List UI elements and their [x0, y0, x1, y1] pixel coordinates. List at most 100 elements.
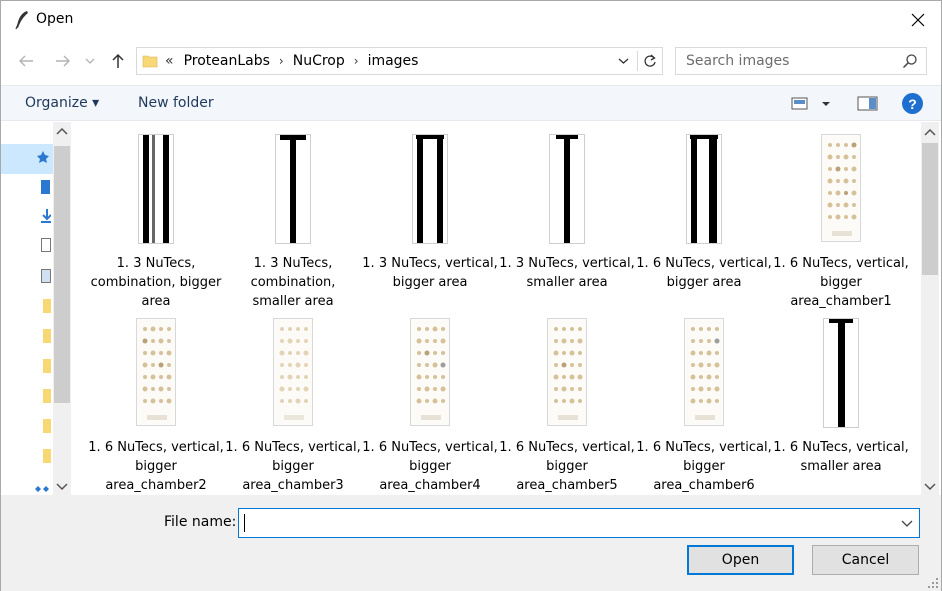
pin-icon	[37, 151, 49, 163]
image-thumbnail	[273, 318, 313, 426]
folder-icon[interactable]	[43, 389, 51, 403]
scroll-down-icon[interactable]	[56, 482, 68, 490]
folder-icon[interactable]	[43, 329, 51, 343]
file-thumbnail	[225, 134, 361, 244]
file-item[interactable]: 1. 6 NuTecs, vertical, bigger area	[636, 124, 772, 304]
file-name: 1. 3 NuTecs, combination, smaller area	[250, 256, 336, 309]
breadcrumb-images[interactable]: images	[368, 53, 419, 69]
command-bar: Organize ▾ New folder ?	[1, 85, 941, 121]
file-list[interactable]: 1. 3 NuTecs, combination, bigger area 1.…	[73, 122, 921, 495]
folder-icon[interactable]	[43, 449, 51, 463]
file-thumbnail	[225, 318, 361, 428]
file-item[interactable]: 1. 6 NuTecs, vertical, bigger area_chamb…	[362, 308, 498, 493]
image-thumbnail	[821, 134, 861, 242]
file-name: 1. 6 NuTecs, vertical, bigger area_chamb…	[499, 440, 635, 493]
file-thumbnail	[362, 318, 498, 428]
file-name: 1. 6 NuTecs, vertical, bigger area	[636, 256, 772, 290]
chevron-down-icon	[85, 58, 95, 64]
file-list-scrollbar-thumb[interactable]	[922, 143, 938, 275]
address-history-dropdown[interactable]	[613, 51, 633, 71]
recent-locations-button[interactable]	[81, 48, 99, 74]
file-name: 1. 6 NuTecs, vertical, smaller area	[773, 440, 909, 474]
address-bar[interactable]: « ProteanLabs › NuCrop › images	[136, 47, 663, 75]
organize-menu[interactable]: Organize ▾	[25, 95, 99, 111]
image-thumbnail	[823, 318, 859, 428]
file-name-input[interactable]	[238, 508, 920, 538]
breadcrumb-separator[interactable]: ›	[354, 54, 359, 68]
file-item[interactable]: 1. 3 NuTecs, vertical, bigger area	[362, 124, 498, 304]
resize-grip-icon[interactable]	[928, 578, 938, 588]
arrow-up-icon	[112, 53, 124, 68]
nav-scrollbar-thumb[interactable]	[54, 146, 70, 403]
breadcrumb-nucrop[interactable]: NuCrop	[293, 53, 345, 69]
title-bar[interactable]: Open	[1, 1, 941, 39]
file-thumbnail	[773, 134, 909, 244]
desktop-icon[interactable]	[41, 180, 50, 194]
breadcrumb: « ProteanLabs › NuCrop › images	[165, 53, 418, 69]
search-icon[interactable]	[902, 53, 918, 69]
file-name: 1. 6 NuTecs, vertical, bigger area_chamb…	[362, 440, 498, 493]
file-thumbnail	[88, 318, 224, 428]
search-placeholder: Search images	[686, 53, 790, 69]
view-icon	[791, 97, 830, 110]
navigation-pane[interactable]	[1, 122, 71, 495]
scroll-up-icon[interactable]	[924, 129, 936, 137]
breadcrumb-proteanlabs[interactable]: ProteanLabs	[184, 53, 270, 69]
refresh-button[interactable]	[637, 51, 661, 71]
open-dialog: Open « ProteanLabs › NuCrop › images Sea…	[0, 0, 942, 591]
refresh-icon	[643, 54, 656, 67]
image-thumbnail	[412, 134, 448, 244]
feather-icon	[15, 11, 28, 30]
file-item[interactable]: 1. 6 NuTecs, vertical, bigger area_chamb…	[88, 308, 224, 493]
file-item[interactable]: 1. 3 NuTecs, vertical, smaller area	[499, 124, 635, 304]
file-name: 1. 3 NuTecs, vertical, smaller area	[499, 256, 635, 290]
file-name: 1. 6 NuTecs, vertical, bigger area_chamb…	[88, 440, 224, 493]
image-thumbnail	[686, 134, 722, 244]
cancel-button[interactable]: Cancel	[812, 545, 919, 575]
folder-icon[interactable]	[43, 419, 51, 433]
back-button[interactable]	[13, 48, 39, 74]
close-button[interactable]	[895, 1, 941, 39]
file-item[interactable]: 1. 3 NuTecs, combination, bigger area	[88, 124, 224, 309]
change-view-button[interactable]	[791, 94, 835, 114]
search-input[interactable]: Search images	[675, 47, 927, 75]
picture-icon[interactable]	[41, 269, 51, 283]
help-button[interactable]: ?	[902, 93, 923, 114]
up-button[interactable]	[105, 48, 131, 74]
image-thumbnail	[275, 134, 311, 244]
preview-pane-icon	[857, 96, 878, 111]
file-thumbnail	[773, 318, 909, 428]
folder-icon[interactable]	[43, 299, 51, 313]
file-thumbnail	[499, 318, 635, 428]
file-item[interactable]: 1. 6 NuTecs, vertical, bigger area_chamb…	[773, 124, 909, 309]
scroll-up-icon[interactable]	[56, 128, 68, 136]
file-name: 1. 6 NuTecs, vertical, bigger area_chamb…	[773, 256, 909, 309]
scroll-down-icon[interactable]	[924, 482, 936, 490]
chevron-down-icon	[618, 58, 628, 64]
breadcrumb-separator[interactable]: ›	[279, 54, 284, 68]
dropbox-icon[interactable]	[35, 486, 49, 492]
file-name: 1. 3 NuTecs, combination, bigger area	[90, 256, 222, 309]
file-item[interactable]: 1. 6 NuTecs, vertical, bigger area_chamb…	[499, 308, 635, 493]
file-item[interactable]: 1. 6 NuTecs, vertical, bigger area_chamb…	[225, 308, 361, 493]
document-icon[interactable]	[41, 238, 51, 252]
forward-button[interactable]	[50, 48, 76, 74]
arrow-left-icon	[19, 55, 33, 67]
file-thumbnail	[362, 134, 498, 244]
image-thumbnail	[136, 318, 176, 426]
breadcrumb-overflow[interactable]: «	[165, 53, 174, 69]
new-folder-button[interactable]: New folder	[138, 95, 214, 111]
preview-pane-button[interactable]	[857, 94, 879, 114]
file-item[interactable]: 1. 3 NuTecs, combination, smaller area	[225, 124, 361, 309]
file-item[interactable]: 1. 6 NuTecs, vertical, smaller area	[773, 308, 909, 488]
download-icon[interactable]	[41, 209, 51, 223]
image-thumbnail	[410, 318, 450, 426]
file-name: 1. 6 NuTecs, vertical, bigger area_chamb…	[636, 440, 772, 493]
open-button[interactable]: Open	[687, 545, 794, 575]
file-item[interactable]: 1. 6 NuTecs, vertical, bigger area_chamb…	[636, 308, 772, 493]
chevron-down-icon[interactable]	[899, 515, 915, 531]
file-thumbnail	[499, 134, 635, 244]
folder-icon[interactable]	[43, 359, 51, 373]
window-title: Open	[36, 11, 74, 27]
folder-icon	[142, 55, 158, 68]
